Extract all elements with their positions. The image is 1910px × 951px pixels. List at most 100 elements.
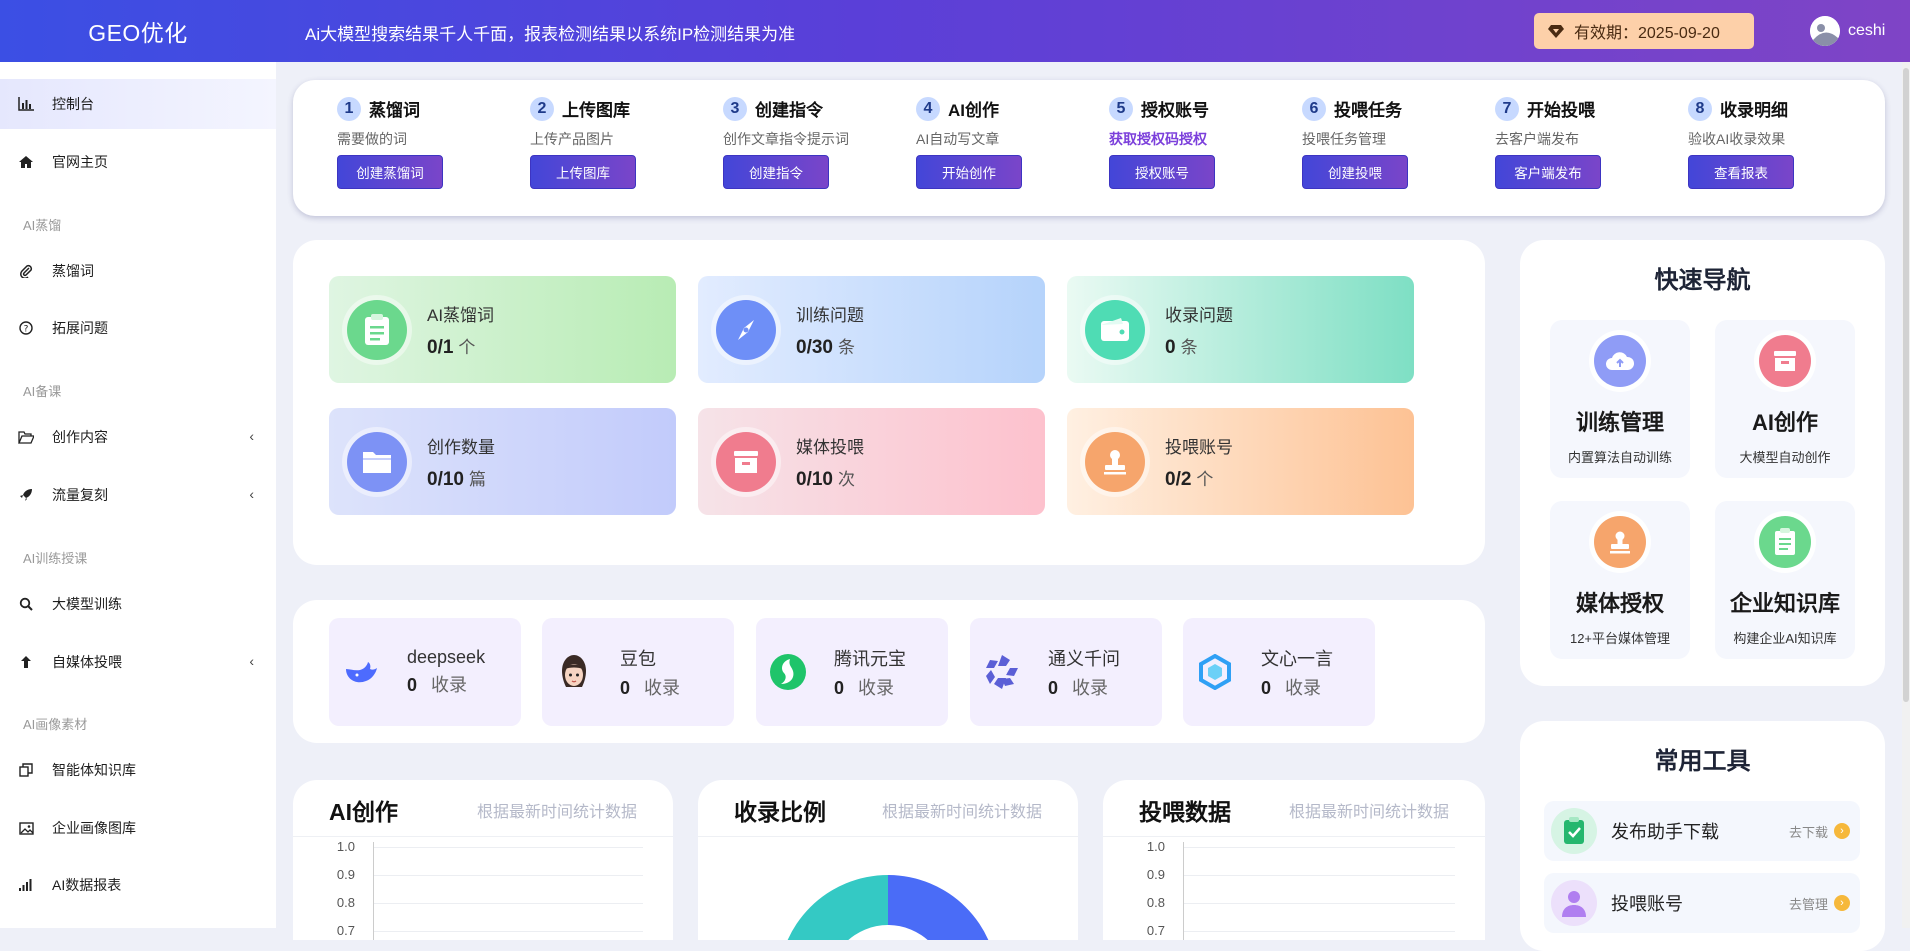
get-auth-code-link[interactable]: 获取授权码授权 [1109, 129, 1299, 149]
sidebar-item-label: 大模型训练 [52, 596, 122, 612]
platform-card-yuanbao[interactable]: 腾讯元宝 0 收录 [756, 618, 948, 726]
stat-card-keywords[interactable]: AI蒸馏词 0/1 个 [329, 276, 676, 383]
step-title: 收录明细 [1720, 101, 1788, 120]
page-scrollbar[interactable] [1902, 62, 1910, 928]
signal-icon [17, 876, 35, 894]
chevron-left-icon: ‹ [249, 428, 254, 444]
platform-card-wenxin[interactable]: 文心一言 0 收录 [1183, 618, 1375, 726]
chart-subtitle: 根据最新时间统计数据 [476, 804, 637, 821]
quick-nav-name: AI创作 [1751, 410, 1818, 435]
stamp-icon [1594, 516, 1646, 568]
download-link[interactable]: 去下载 › [1789, 822, 1850, 841]
step-number: 3 [723, 96, 747, 121]
platform-count: 0 [1261, 677, 1272, 698]
app-logo[interactable]: GEO优化 [0, 0, 276, 62]
quick-nav-media-auth[interactable]: 媒体授权 12+平台媒体管理 [1550, 501, 1690, 659]
sidebar-item-traffic[interactable]: 流量复刻 ‹ [0, 470, 276, 520]
sidebar-item-media-feed[interactable]: 自媒体投喂 ‹ [0, 637, 276, 687]
grid-line [373, 931, 643, 932]
scrollbar-thumb[interactable] [1903, 68, 1909, 702]
stat-unit: 条 [837, 337, 855, 357]
platform-count: 0 [834, 677, 845, 698]
y-tick-label: 1.0 [336, 839, 355, 854]
index-ratio-donut [787, 875, 989, 940]
stat-card-accounts[interactable]: 投喂账号 0/2 个 [1067, 408, 1414, 515]
create-instruction-button[interactable]: 创建指令 [723, 155, 829, 189]
chevron-right-icon: › [1834, 895, 1850, 911]
stat-label: 投喂账号 [1165, 437, 1233, 457]
doubao-logo-icon [554, 652, 594, 692]
donut-slice-blue [888, 875, 989, 940]
step-title: 蒸馏词 [369, 101, 420, 120]
sidebar-item-questions[interactable]: ? 拓展问题 [0, 303, 276, 353]
header-notice: Ai大模型搜索结果千人千面，报表检测结果以系统IP检测结果为准 [305, 25, 796, 44]
username: ceshi [1848, 22, 1886, 39]
create-feed-button[interactable]: 创建投喂 [1302, 155, 1408, 189]
stat-card-training[interactable]: 训练问题 0/30 条 [698, 276, 1045, 383]
upload-gallery-button[interactable]: 上传图库 [530, 155, 636, 189]
stat-card-indexed[interactable]: 收录问题 0 条 [1067, 276, 1414, 383]
y-tick-label: 0.9 [336, 867, 355, 882]
tool-feed-accounts[interactable]: 投喂账号 去管理 › [1544, 873, 1860, 933]
y-axis [373, 842, 374, 940]
avatar [1810, 16, 1840, 46]
inbox-icon [716, 431, 776, 492]
platform-card-deepseek[interactable]: deepseek 0 收录 [329, 618, 521, 726]
step-title: 上传图库 [562, 101, 630, 120]
tool-download-assistant[interactable]: 发布助手下载 去下载 › [1544, 801, 1860, 861]
stat-label: 媒体投喂 [796, 437, 864, 457]
stat-value: 0/30 [796, 336, 833, 358]
sidebar-item-label: 官网主页 [52, 154, 108, 170]
sidebar-item-knowledge[interactable]: 智能体知识库 [0, 745, 276, 795]
platform-name: 文心一言 [1261, 648, 1333, 669]
client-publish-button[interactable]: 客户端发布 [1495, 155, 1601, 189]
folder-open-icon [17, 428, 35, 446]
manage-link[interactable]: 去管理 › [1789, 894, 1850, 913]
sidebar-item-reports[interactable]: AI数据报表 [0, 860, 276, 910]
sidebar-item-content[interactable]: 创作内容 ‹ [0, 412, 276, 462]
sidebar-item-dashboard[interactable]: 控制台 [0, 79, 276, 129]
quick-nav-knowledge[interactable]: 企业知识库 构建企业AI知识库 [1715, 501, 1855, 659]
sidebar-item-keywords[interactable]: 蒸馏词 [0, 246, 276, 296]
authorize-account-button[interactable]: 授权账号 [1109, 155, 1215, 189]
stat-card-creations[interactable]: 创作数量 0/10 篇 [329, 408, 676, 515]
sidebar-item-label: 创作内容 [52, 429, 108, 445]
step-number: 4 [916, 96, 940, 121]
stat-unit: 个 [1196, 469, 1214, 489]
nav-group-training: AI训练授课 [23, 551, 88, 566]
step-subtitle: 创作文章指令提示词 [723, 131, 849, 147]
step-4: 4 AI创作 AI自动写文章 开始创作 [916, 96, 1106, 189]
start-creation-button[interactable]: 开始创作 [916, 155, 1022, 189]
platform-card-qianwen[interactable]: 通义千问 0 收录 [970, 618, 1162, 726]
view-report-button[interactable]: 查看报表 [1688, 155, 1794, 189]
step-subtitle: 需要做的词 [337, 131, 407, 147]
sidebar: 控制台 官网主页 AI蒸馏 蒸馏词 ? 拓展问题 AI备课 创作内容 ‹ 流量复… [0, 62, 276, 928]
create-keywords-button[interactable]: 创建蒸馏词 [337, 155, 443, 189]
wallet-icon [1085, 299, 1145, 360]
stat-card-media-feed[interactable]: 媒体投喂 0/10 次 [698, 408, 1045, 515]
sidebar-item-gallery[interactable]: 企业画像图库 [0, 803, 276, 853]
user-menu[interactable]: ceshi [1810, 16, 1885, 46]
platform-unit: 收录 [858, 677, 895, 698]
quick-nav-sub: 内置算法自动训练 [1567, 450, 1672, 465]
sidebar-item-home[interactable]: 官网主页 [0, 137, 276, 187]
step-title: 授权账号 [1141, 101, 1209, 120]
compass-icon [716, 299, 776, 360]
step-subtitle: 上传产品图片 [530, 131, 614, 147]
quick-nav-training[interactable]: 训练管理 内置算法自动训练 [1550, 320, 1690, 478]
svg-text:?: ? [24, 325, 29, 335]
clipboard-check-icon [1551, 808, 1597, 854]
sidebar-item-model-training[interactable]: 大模型训练 [0, 579, 276, 629]
user-icon [1551, 880, 1597, 926]
step-1: 1 蒸馏词 需要做的词 创建蒸馏词 [337, 96, 527, 189]
quick-nav-ai-creation[interactable]: AI创作 大模型自动创作 [1715, 320, 1855, 478]
image-icon [17, 819, 35, 837]
stat-label: 训练问题 [796, 305, 864, 325]
grid-line [373, 847, 643, 848]
step-subtitle: 去客户端发布 [1495, 131, 1579, 147]
platform-card-doubao[interactable]: 豆包 0 收录 [542, 618, 734, 726]
bar-chart-icon [17, 95, 35, 113]
stat-unit: 个 [458, 337, 476, 357]
y-tick-label: 0.8 [1146, 895, 1165, 910]
stat-unit: 条 [1180, 337, 1198, 357]
